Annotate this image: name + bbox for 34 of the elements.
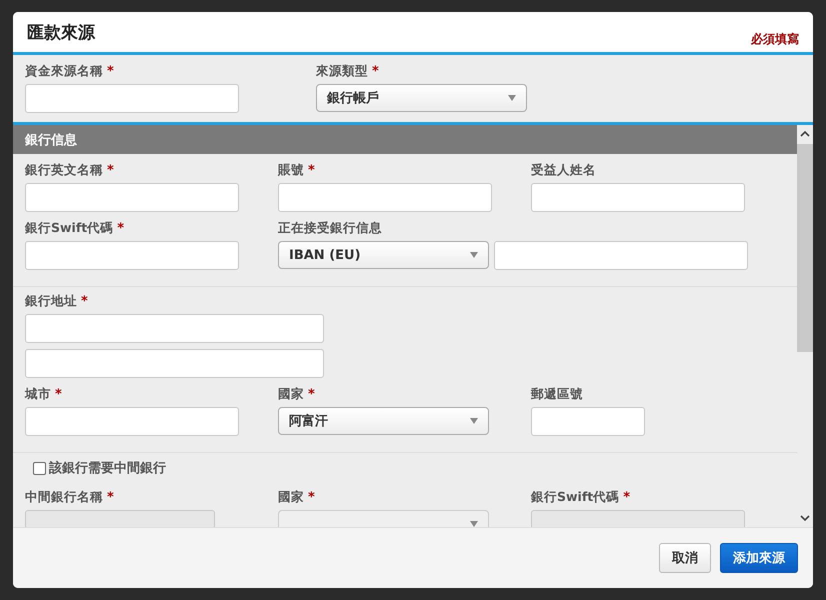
required-asterisk: * [308, 163, 315, 178]
field-label: 資金來源名稱 [25, 63, 103, 80]
dropdown[interactable]: IBAN (EU) [278, 241, 489, 269]
field-label: 銀行地址 [25, 293, 77, 310]
field-label: 國家 [278, 386, 304, 403]
cancel-button[interactable]: 取消 [659, 543, 711, 573]
field-label: 城市 [25, 386, 51, 403]
field-label: 銀行Swift代碼 [25, 220, 114, 237]
required-asterisk: * [107, 64, 114, 79]
dialog-title: 匯款來源 [27, 22, 95, 44]
field-label: 賬號 [278, 162, 304, 179]
required-asterisk: * [107, 490, 114, 505]
required-asterisk: * [308, 490, 315, 505]
required-note: 必須填寫 [751, 30, 799, 48]
dropdown[interactable]: 阿富汗 [278, 407, 489, 435]
required-asterisk: * [623, 490, 630, 505]
field-label: 郵遞區號 [531, 386, 583, 403]
required-asterisk: * [55, 387, 62, 402]
required-asterisk: * [308, 387, 315, 402]
required-asterisk: * [107, 163, 114, 178]
field-label: 國家 [278, 489, 304, 506]
add-button[interactable]: 添加來源 [720, 543, 798, 573]
field-label: 銀行英文名稱 [25, 162, 103, 179]
checkbox[interactable]: 該銀行需要中間銀行 [33, 459, 785, 477]
field-label: 正在接受銀行信息 [278, 220, 382, 237]
field-label: 銀行Swift代碼 [531, 489, 620, 506]
field-label: 來源類型 [316, 63, 368, 80]
required-asterisk: * [117, 221, 124, 236]
required-asterisk: * [372, 64, 379, 79]
required-asterisk: * [81, 294, 88, 309]
field-label: 中間銀行名稱 [25, 489, 103, 506]
dropdown[interactable]: 銀行帳戶 [316, 84, 527, 112]
section-title: 銀行信息 [25, 132, 77, 148]
field-label: 受益人姓名 [531, 162, 596, 179]
